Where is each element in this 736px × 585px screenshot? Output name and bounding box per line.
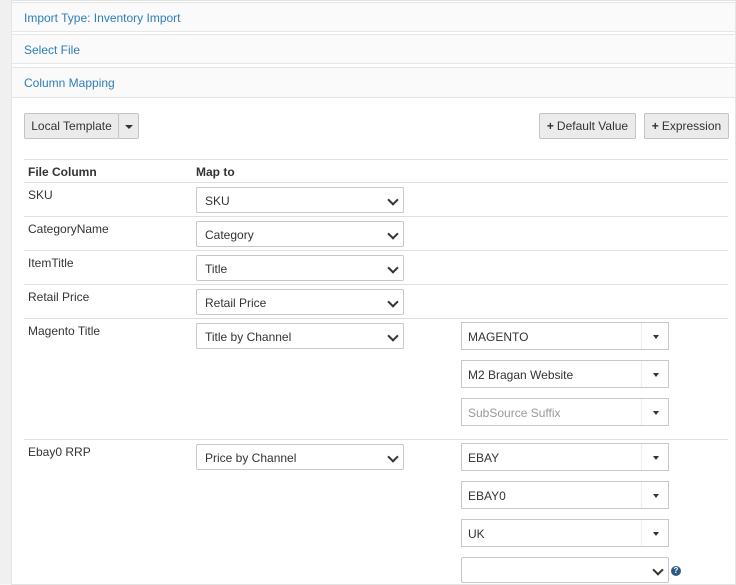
chevron-down-icon [387,451,399,463]
default-value-button[interactable]: + Default Value [539,113,636,139]
dropdown-divider [641,520,642,546]
map-to-value: Retail Price [205,296,267,310]
map-to-select-title-by-channel[interactable]: Title by Channel [196,323,404,349]
caret-down-icon [653,456,659,460]
map-to-value: SKU [205,194,230,208]
table-header-border [24,182,728,183]
default-value-label: Default Value [556,119,629,133]
section-column-mapping[interactable]: Column Mapping [11,67,736,98]
channel-value: EBAY [468,451,500,465]
column-header-map-to: Map to [196,165,235,179]
caret-down-icon [653,532,659,536]
chevron-down-icon [387,262,399,274]
subsource-suffix-placeholder: SubSource Suffix [468,406,561,420]
file-column-magento-title: Magento Title [28,324,101,338]
file-column-ebay0-rrp: Ebay0 RRP [28,445,91,459]
section-import-type[interactable]: Import Type: Inventory Import [11,2,736,32]
local-template-button[interactable]: Local Template [24,113,119,139]
section-column-mapping-label[interactable]: Column Mapping [24,76,115,90]
map-to-value: Title by Channel [205,330,292,344]
file-column-sku: SKU [28,188,53,202]
chevron-down-icon [387,228,399,240]
row-divider [24,284,728,285]
row-divider [24,250,728,251]
table-top-border [24,159,728,160]
channel-value: MAGENTO [468,330,529,344]
dropdown-divider [641,323,642,349]
map-to-select-price-by-channel[interactable]: Price by Channel [196,444,404,470]
map-to-select-title[interactable]: Title [196,255,404,281]
plus-icon: + [546,119,554,133]
expression-label: Expression [661,119,722,133]
subsource-value: EBAY0 [468,489,506,503]
section-select-file[interactable]: Select File [11,34,736,64]
chevron-down-icon [387,296,399,308]
file-column-categoryname: CategoryName [28,222,109,236]
map-to-select-sku[interactable]: SKU [196,187,404,213]
plus-icon: + [651,119,659,133]
caret-down-icon [124,124,133,129]
left-gutter [0,0,11,584]
section-select-file-label[interactable]: Select File [24,43,80,57]
row-divider [24,216,728,217]
caret-down-icon [653,411,659,415]
region-value: UK [468,527,485,541]
region-dropdown-ebay[interactable]: UK [461,519,669,547]
map-to-value: Price by Channel [205,451,297,465]
map-to-value: Category [205,228,254,242]
map-to-select-retail-price[interactable]: Retail Price [196,289,404,315]
local-template-dropdown-button[interactable] [118,113,139,139]
subsource-suffix-dropdown[interactable]: SubSource Suffix [461,398,669,426]
map-to-select-category[interactable]: Category [196,221,404,247]
chevron-down-icon [387,330,399,342]
extra-select-ebay[interactable] [461,557,669,583]
subsource-dropdown-ebay[interactable]: EBAY0 [461,481,669,509]
expression-button[interactable]: + Expression [644,113,729,139]
local-template-label: Local Template [31,119,112,133]
help-icon[interactable]: ? [671,566,681,576]
row-divider [24,318,728,319]
row-divider [24,439,728,440]
caret-down-icon [653,335,659,339]
channel-dropdown-magento[interactable]: MAGENTO [461,322,669,350]
dropdown-divider [641,399,642,425]
caret-down-icon [653,494,659,498]
subsource-dropdown-magento[interactable]: M2 Bragan Website [461,360,669,388]
dropdown-divider [641,444,642,470]
chevron-down-icon [387,194,399,206]
channel-dropdown-ebay[interactable]: EBAY [461,443,669,471]
section-import-type-label[interactable]: Import Type: Inventory Import [24,11,181,25]
dropdown-divider [641,361,642,387]
file-column-retail-price: Retail Price [28,290,90,304]
column-header-file-column: File Column [28,165,97,179]
file-column-itemtitle: ItemTitle [28,256,74,270]
map-to-value: Title [205,262,228,276]
chevron-down-icon [652,564,664,576]
dropdown-divider [641,482,642,508]
caret-down-icon [653,373,659,377]
subsource-value: M2 Bragan Website [468,368,574,382]
